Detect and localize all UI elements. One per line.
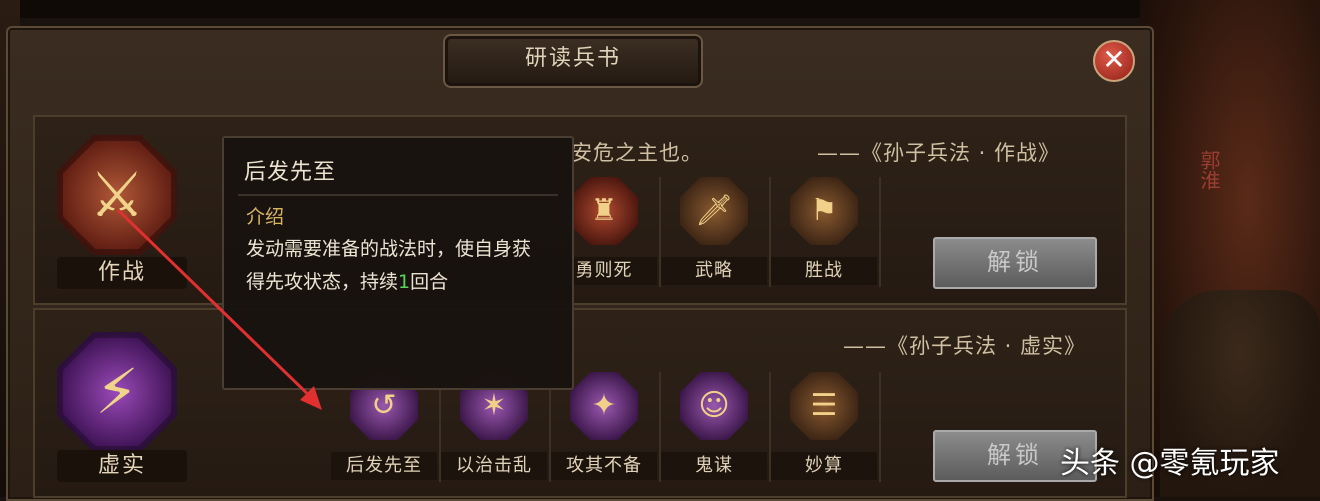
sword-icon: 🗡: [680, 177, 748, 245]
tooltip-body-text: 发动需要准备的战法时，使自身获得先攻状态，持续: [246, 238, 532, 293]
skill-divider: [879, 372, 881, 482]
ambush-icon: ✦: [570, 372, 638, 440]
strategist-icon: ☺: [680, 372, 748, 440]
tooltip-description: 发动需要准备的战法时，使自身获得先攻状态，持续1回合: [246, 233, 546, 299]
emblem-label: 作战: [57, 257, 187, 289]
close-icon[interactable]: ✕: [1093, 40, 1135, 82]
skill-item[interactable]: ☺ 鬼谋: [661, 372, 767, 482]
watermark: 头条 @零氪玩家: [1060, 446, 1280, 481]
window-title: 研读兵书: [524, 46, 621, 71]
book-row-1: ⚔ 作战 安危之主也。 ——《孙子兵法 · 作战》 ♜ 勇则死 🗡 武略 ⚑ 胜…: [33, 115, 1127, 305]
tooltip-title: 后发先至: [244, 160, 337, 185]
emblem-label: 虚实: [57, 450, 187, 482]
book-row-2: ⚡ 虚实 ——《孙子兵法 · 虚实》 ↺ 后发先至 ✶ 以治击乱 ✦ 攻其不备 …: [33, 308, 1127, 498]
skill-item[interactable]: 🗡 武略: [661, 177, 767, 287]
skill-label: 鬼谋: [661, 452, 767, 480]
skill-label: 胜战: [771, 257, 877, 285]
quote-source: ——《孙子兵法 · 虚实》: [843, 334, 1087, 358]
skill-tooltip: 后发先至 介绍 发动需要准备的战法时，使自身获得先攻状态，持续1回合: [222, 136, 574, 390]
skill-divider: [879, 177, 881, 287]
warrior-icon: ♜: [570, 177, 638, 245]
skill-label: 武略: [661, 257, 767, 285]
tooltip-heading: 介绍: [246, 206, 285, 228]
scroll-icon: ☰: [790, 372, 858, 440]
background-right: 郭淮: [1140, 0, 1320, 497]
title-plate: 研读兵书: [443, 34, 703, 88]
skill-label: 后发先至: [331, 452, 437, 480]
tooltip-divider: [238, 194, 558, 196]
broken-banner-icon[interactable]: ⚡: [57, 332, 177, 452]
skill-label: 攻其不备: [551, 452, 657, 480]
unlock-button[interactable]: 解锁: [933, 237, 1097, 289]
skill-list: ♜ 勇则死 🗡 武略 ⚑ 胜战: [551, 177, 921, 287]
tooltip-duration: 1: [398, 271, 411, 293]
side-banner: 郭淮: [1197, 150, 1221, 190]
banner-icon: ⚑: [790, 177, 858, 245]
crossed-swords-icon[interactable]: ⚔: [57, 135, 177, 255]
skill-label: 以治击乱: [441, 452, 547, 480]
quote-text: 安危之主也。: [571, 141, 703, 165]
top-bar: [0, 0, 1320, 18]
quote-source: ——《孙子兵法 · 作战》: [817, 141, 1061, 165]
skill-item[interactable]: ☰ 妙算: [771, 372, 877, 482]
skill-item[interactable]: ⚑ 胜战: [771, 177, 877, 287]
skill-label: 妙算: [771, 452, 877, 480]
tooltip-body-suffix: 回合: [410, 271, 449, 293]
